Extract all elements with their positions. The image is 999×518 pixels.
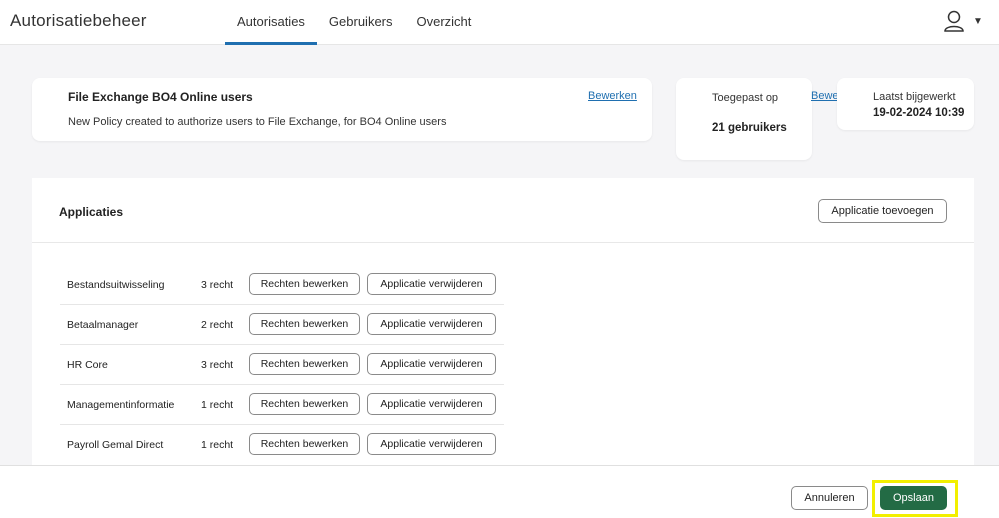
rights-count: 1 recht (201, 439, 234, 451)
top-bar: Autorisatiebeheer Autorisaties Gebruiker… (0, 0, 999, 45)
updated-value: 19-02-2024 10:39 (873, 107, 965, 119)
applications-header: Applicaties Applicatie toevoegen (32, 178, 974, 243)
remove-application-button[interactable]: Applicatie verwijderen (367, 353, 496, 375)
application-name: Betaalmanager (67, 319, 139, 331)
footer-bar: Annuleren Opslaan (0, 465, 999, 518)
applied-card: Toegepast op 21 gebruikers (676, 78, 812, 160)
policy-name: File Exchange BO4 Online users (68, 90, 253, 104)
applied-value: 21 gebruikers (712, 122, 787, 134)
edit-rights-button[interactable]: Rechten bewerken (249, 273, 360, 295)
user-menu[interactable]: ▼ (943, 9, 983, 33)
table-row: Betaalmanager 2 recht Rechten bewerken A… (60, 305, 504, 345)
chevron-down-icon[interactable]: ▼ (973, 16, 983, 27)
application-name: Managementinformatie (67, 399, 175, 411)
edit-policy-link[interactable]: Bewerken (588, 90, 637, 102)
table-row: Payroll Gemal Direct 1 recht Rechten bew… (60, 425, 504, 465)
tab-overzicht[interactable]: Overzicht (405, 0, 484, 45)
add-application-button[interactable]: Applicatie toevoegen (818, 199, 947, 223)
updated-card: Laatst bijgewerkt 19-02-2024 10:39 (837, 78, 974, 130)
policy-description: New Policy created to authorize users to… (68, 116, 447, 128)
user-icon[interactable] (943, 9, 965, 33)
rights-count: 1 recht (201, 399, 234, 411)
app-title: Autorisatiebeheer (10, 11, 147, 30)
remove-application-button[interactable]: Applicatie verwijderen (367, 433, 496, 455)
applied-label: Toegepast op (712, 92, 779, 104)
applications-title: Applicaties (59, 205, 124, 219)
application-name: HR Core (67, 359, 108, 371)
edit-rights-button[interactable]: Rechten bewerken (249, 353, 360, 375)
rights-count: 2 recht (201, 319, 234, 331)
table-row: HR Core 3 recht Rechten bewerken Applica… (60, 345, 504, 385)
tab-gebruikers[interactable]: Gebruikers (317, 0, 405, 45)
table-row: Bestandsuitwisseling 3 recht Rechten bew… (60, 265, 504, 305)
edit-rights-button[interactable]: Rechten bewerken (249, 313, 360, 335)
cancel-button[interactable]: Annuleren (791, 486, 868, 510)
save-button[interactable]: Opslaan (880, 486, 947, 510)
edit-applied-link[interactable]: Bewerken (811, 90, 838, 102)
tab-autorisaties[interactable]: Autorisaties (225, 0, 317, 45)
remove-application-button[interactable]: Applicatie verwijderen (367, 313, 496, 335)
applications-panel: Applicaties Applicatie toevoegen Bestand… (32, 178, 974, 468)
application-name: Bestandsuitwisseling (67, 279, 165, 291)
remove-application-button[interactable]: Applicatie verwijderen (367, 393, 496, 415)
policy-card: File Exchange BO4 Online users New Polic… (32, 78, 652, 141)
application-name: Payroll Gemal Direct (67, 439, 164, 451)
updated-label: Laatst bijgewerkt (873, 91, 956, 103)
main-tabs: Autorisaties Gebruikers Overzicht (225, 0, 483, 45)
rights-count: 3 recht (201, 279, 234, 291)
edit-rights-button[interactable]: Rechten bewerken (249, 433, 360, 455)
edit-rights-button[interactable]: Rechten bewerken (249, 393, 360, 415)
table-row: Managementinformatie 1 recht Rechten bew… (60, 385, 504, 425)
rights-count: 3 recht (201, 359, 234, 371)
remove-application-button[interactable]: Applicatie verwijderen (367, 273, 496, 295)
